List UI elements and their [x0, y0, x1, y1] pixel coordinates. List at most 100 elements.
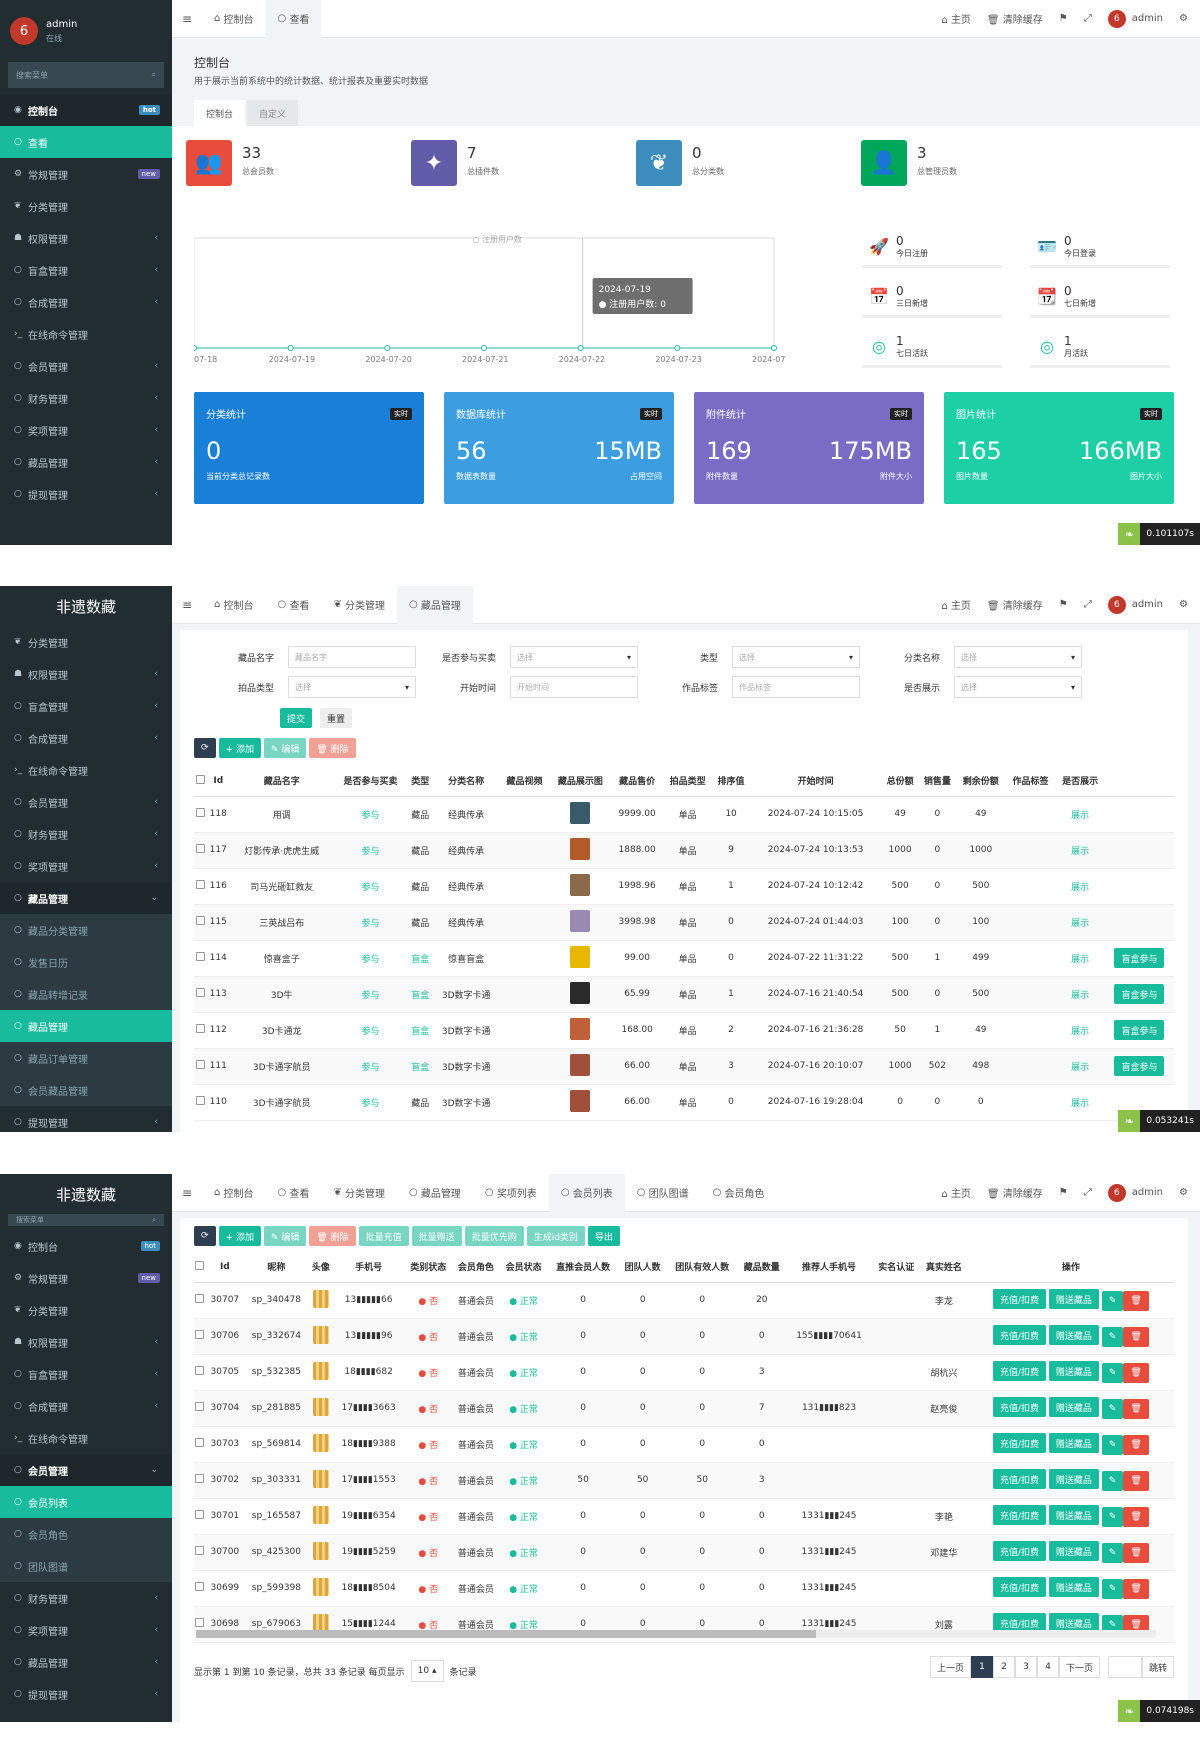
language-icon[interactable]: ⚑ [1059, 1187, 1068, 1198]
edit-icon[interactable]: ✎ [1101, 1470, 1124, 1491]
sidebar-item[interactable]: ○ 奖项管理 ‹ [0, 850, 172, 882]
horizontal-scrollbar[interactable] [196, 1630, 1156, 1638]
sidebar-item[interactable]: ⚙ 常规管理 new [0, 158, 172, 190]
edit-icon[interactable]: ✎ [1101, 1362, 1124, 1383]
clear-cache-button[interactable]: 🗑 清除缓存 [987, 1185, 1043, 1200]
row-select-cell[interactable] [194, 976, 207, 1013]
sidebar-item[interactable]: ○ 提现管理 ‹ [0, 1678, 172, 1710]
filter-select[interactable]: 选择 ▾ [954, 646, 1082, 668]
cell-text[interactable]: 展示 [1071, 919, 1089, 929]
cell-text[interactable]: 展示 [1071, 955, 1089, 965]
menu-toggle-icon[interactable]: ≡ [172, 12, 202, 26]
checkbox[interactable] [195, 1294, 205, 1303]
cell-text[interactable]: 参与 [362, 1063, 380, 1073]
sub-tab-custom[interactable]: 自定义 [247, 100, 299, 126]
row-select-cell[interactable] [194, 940, 207, 977]
settings-icon[interactable]: ⚙ [1179, 599, 1188, 610]
cell-text[interactable]: 参与 [362, 1027, 380, 1037]
sidebar-item[interactable]: ○ 盲盒管理 ‹ [0, 254, 172, 286]
refresh-button[interactable]: ⟳ [194, 1226, 216, 1246]
clear-cache-button[interactable]: 🗑 清除缓存 [987, 597, 1043, 612]
scrollbar-thumb[interactable] [196, 1630, 816, 1638]
tab-item[interactable]: ○ 藏品管理 [397, 1174, 473, 1212]
sidebar-item[interactable]: ○ 提现管理 ‹ [0, 1106, 172, 1132]
sidebar-item[interactable]: ○ 会员管理 ‹ [0, 786, 172, 818]
cell-text[interactable]: 参与 [362, 883, 380, 893]
edit-button[interactable]: ✎ 编辑 [263, 738, 307, 758]
cell-text[interactable]: 参与 [362, 919, 380, 929]
page-button[interactable]: 下一页 [1058, 1656, 1100, 1678]
gift-collection-button[interactable]: 赠送藏品 [1048, 1325, 1099, 1346]
export-button[interactable]: 导出 [587, 1226, 620, 1246]
edit-icon[interactable]: ✎ [1101, 1506, 1124, 1527]
page-button[interactable]: 上一页 [929, 1656, 971, 1678]
checkbox[interactable] [195, 1096, 205, 1105]
gift-collection-button[interactable]: 赠送藏品 [1048, 1397, 1099, 1418]
delete-icon[interactable]: 🗑 [1123, 1542, 1149, 1563]
refresh-button[interactable]: ⟳ [194, 738, 216, 758]
edit-button[interactable]: ✎ 编辑 [263, 1226, 307, 1246]
home-link[interactable]: ⌂ 主页 [941, 11, 971, 26]
sidebar-item[interactable]: ○ 盲盒管理 ‹ [0, 1358, 172, 1390]
generate-id-button[interactable]: 生成id类别 [526, 1226, 585, 1246]
checkbox[interactable] [195, 880, 205, 889]
checkbox[interactable] [195, 844, 205, 853]
checkbox[interactable] [195, 774, 205, 784]
tab-item[interactable]: ○ 藏品管理 [397, 586, 473, 624]
delete-icon[interactable]: 🗑 [1123, 1506, 1149, 1527]
row-select-cell[interactable] [194, 904, 207, 941]
admin-menu[interactable]: 6 admin [1107, 595, 1163, 614]
tab-item[interactable]: ○ 会员列表 [548, 1174, 625, 1212]
checkbox[interactable] [195, 1582, 205, 1591]
fullscreen-icon[interactable]: ⤢ [1084, 1187, 1092, 1198]
row-select-cell[interactable] [194, 1426, 206, 1463]
delete-icon[interactable]: 🗑 [1123, 1326, 1149, 1347]
blindbox-join-button[interactable]: 盲盒参与 [1114, 948, 1165, 968]
sidebar-item[interactable]: ○ 提现管理 ‹ [0, 478, 172, 510]
page-button[interactable]: 4 [1036, 1656, 1059, 1678]
language-icon[interactable]: ⚑ [1059, 13, 1068, 24]
admin-menu[interactable]: 6 admin [1107, 1183, 1163, 1202]
blindbox-join-button[interactable]: 盲盒参与 [1114, 984, 1165, 1004]
cell-text[interactable]: 参与 [362, 991, 380, 1001]
reset-button[interactable]: 重置 [320, 708, 353, 728]
sidebar-item[interactable]: ○ 奖项管理 ‹ [0, 1614, 172, 1646]
add-button[interactable]: + 添加 [218, 738, 261, 758]
row-select-cell[interactable] [194, 796, 207, 833]
checkbox[interactable] [195, 1510, 205, 1519]
fullscreen-icon[interactable]: ⤢ [1084, 13, 1092, 24]
admin-menu[interactable]: 6 admin [1107, 9, 1163, 28]
cell-text[interactable]: 展示 [1071, 1063, 1089, 1073]
tab-item[interactable]: ○ 奖项列表 [473, 1174, 549, 1212]
batch-priority-button[interactable]: 批量优先购 [464, 1226, 524, 1246]
filter-select[interactable]: 选择 ▾ [288, 676, 416, 698]
delete-icon[interactable]: 🗑 [1123, 1398, 1149, 1419]
row-select-cell[interactable] [194, 1012, 207, 1049]
gift-collection-button[interactable]: 赠送藏品 [1048, 1289, 1099, 1310]
sidebar-item[interactable]: ○ 藏品订单管理 [0, 1042, 172, 1074]
checkbox[interactable] [195, 1366, 205, 1375]
checkbox[interactable] [195, 1618, 205, 1627]
recharge-button[interactable]: 充值/扣费 [992, 1397, 1046, 1418]
sidebar-item[interactable]: ○ 会员管理 ‹ [0, 350, 172, 382]
filter-select[interactable]: 选择 ▾ [510, 646, 638, 668]
sidebar-search-input[interactable]: 搜索菜单 ⌕ [8, 1214, 164, 1226]
cell-text[interactable]: 展示 [1071, 1099, 1089, 1109]
row-select-cell[interactable] [194, 868, 207, 905]
sidebar-item[interactable]: ○ 财务管理 ‹ [0, 1582, 172, 1614]
sidebar-item[interactable]: ○ 发售日历 [0, 946, 172, 978]
delete-icon[interactable]: 🗑 [1123, 1470, 1149, 1491]
tab-view[interactable]: ○ 查看 [265, 0, 322, 38]
sidebar-item[interactable]: ○ 藏品管理 ‹ [0, 1646, 172, 1678]
checkbox[interactable] [195, 1438, 205, 1447]
tab-item[interactable]: ⌂ 控制台 [202, 586, 266, 624]
sidebar-item[interactable]: ○ 合成管理 ‹ [0, 722, 172, 754]
tab-item[interactable]: ❦ 分类管理 [321, 586, 397, 624]
cell-text[interactable]: 展示 [1071, 883, 1089, 893]
gift-collection-button[interactable]: 赠送藏品 [1048, 1361, 1099, 1382]
checkbox[interactable] [195, 1060, 205, 1069]
cell-text[interactable]: 展示 [1071, 991, 1089, 1001]
sub-tab-dashboard[interactable]: 控制台 [194, 100, 246, 126]
row-select-cell[interactable] [194, 1570, 206, 1607]
sidebar-search-input[interactable]: 搜索菜单 ⌕ [8, 62, 164, 88]
